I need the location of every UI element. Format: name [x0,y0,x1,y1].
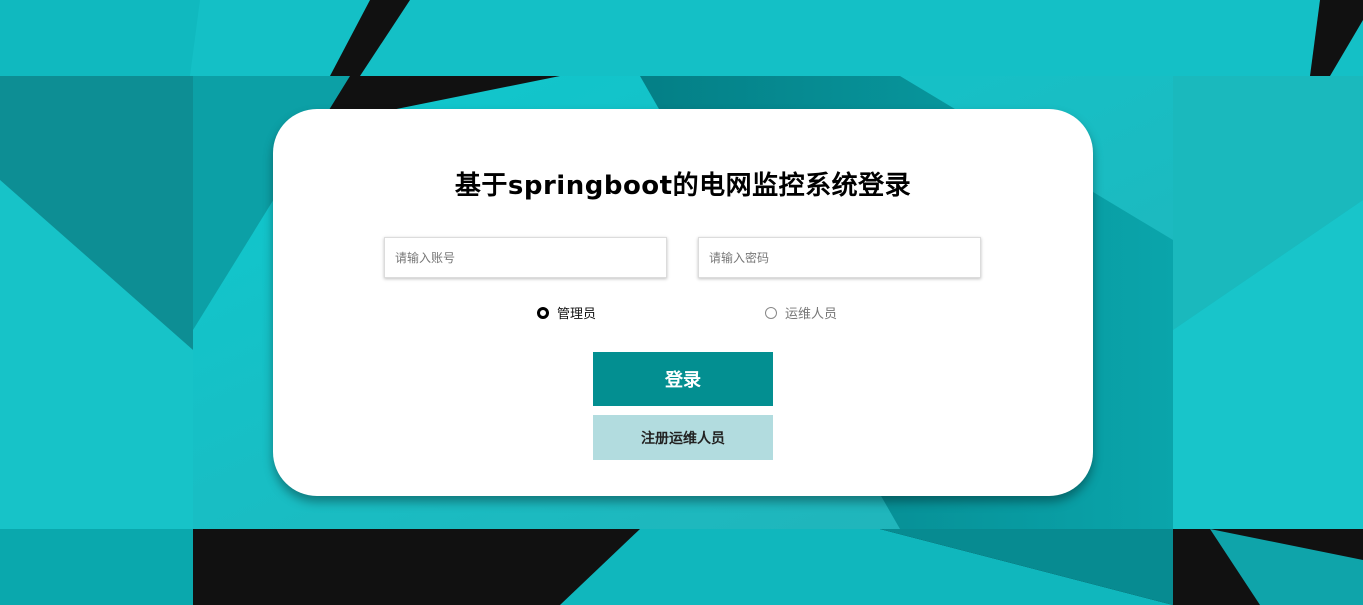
page-title: 基于springboot的电网监控系统登录 [454,171,912,201]
radio-checked-icon [537,306,549,319]
role-admin-label: 管理员 [557,307,597,322]
role-radio-admin[interactable]: 管理员 [537,303,596,322]
register-ops-button[interactable]: 注册运维人员 [593,415,773,460]
password-input[interactable] [698,237,981,278]
role-ops-label: 运维人员 [785,307,838,322]
role-radio-ops[interactable]: 运维人员 [765,303,837,322]
radio-unchecked-icon [765,306,777,319]
login-button[interactable]: 登录 [593,352,773,406]
login-card: 基于springboot的电网监控系统登录 管理员 运维人员 登录 注册运维人员 [273,109,1093,496]
account-input[interactable] [384,237,667,278]
